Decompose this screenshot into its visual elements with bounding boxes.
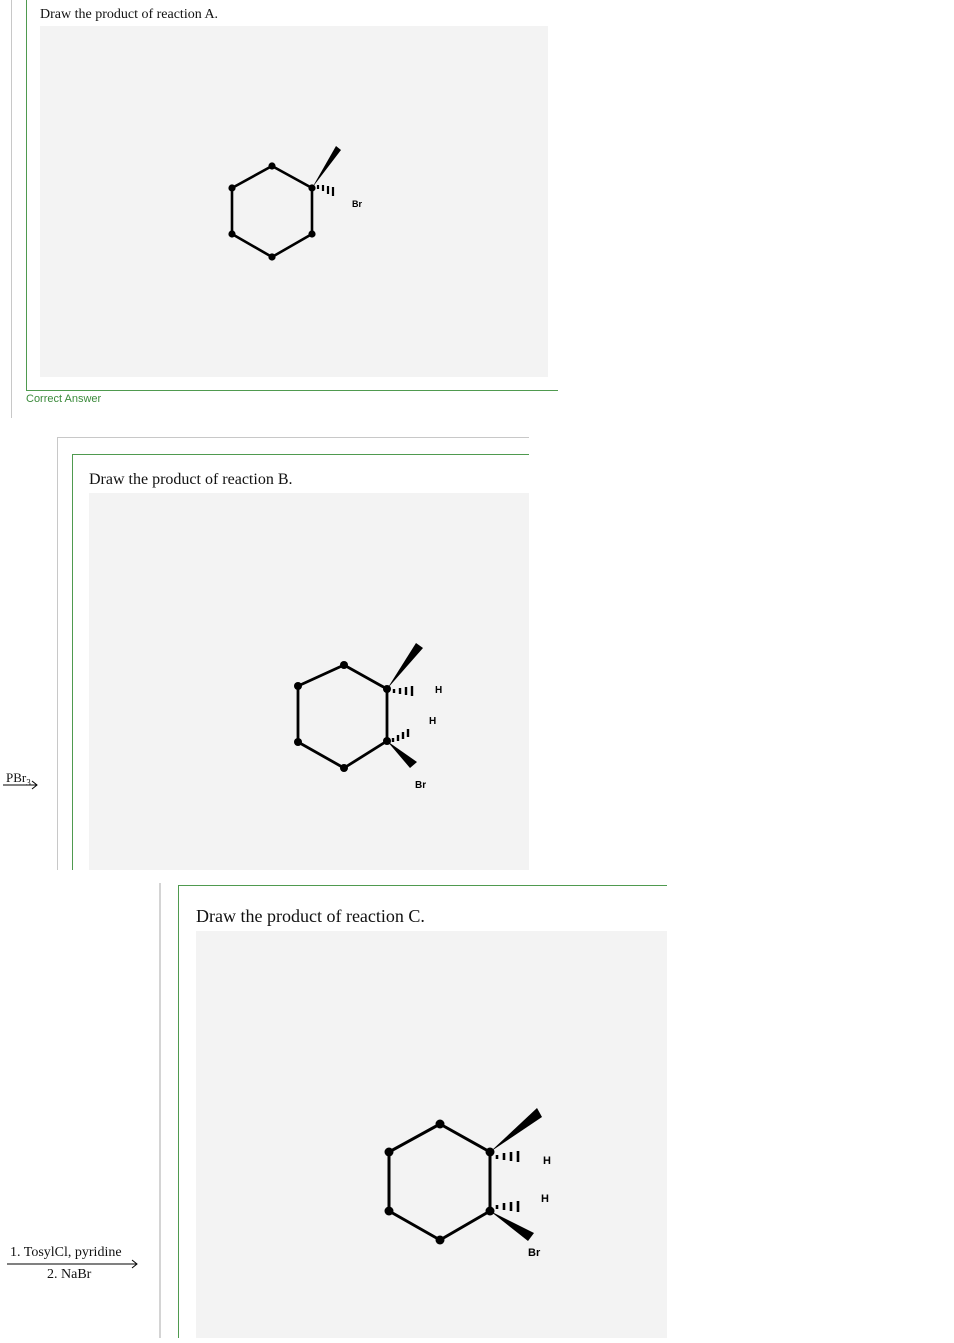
wedge-bond-bottom bbox=[490, 1211, 534, 1241]
cyclohexane-ring bbox=[296, 663, 389, 770]
reaction-b-arrow bbox=[3, 780, 38, 790]
reaction-b-structure: H H Br bbox=[294, 643, 442, 791]
atom-label-br: Br bbox=[415, 780, 426, 791]
hash-bond-top bbox=[495, 1151, 520, 1162]
panel-a-left-border bbox=[26, 0, 27, 391]
correct-answer-status: Correct Answer bbox=[26, 393, 102, 405]
panel-b-left-border bbox=[72, 454, 73, 870]
panel-a-bottom-border bbox=[26, 390, 558, 391]
panel-b-top-border bbox=[72, 454, 529, 455]
atom-label-h-top: H bbox=[435, 685, 442, 696]
atom-label-h-top: H bbox=[543, 1155, 551, 1167]
reaction-c-reagent-step2: 2. NaBr bbox=[47, 1267, 92, 1282]
reaction-a-prompt: Draw the product of reaction A. bbox=[40, 7, 219, 22]
panel-c-top-border bbox=[178, 885, 667, 886]
ring-atom-dots bbox=[228, 162, 316, 261]
reaction-c-structure: H H Br bbox=[384, 1108, 551, 1259]
hash-bond bbox=[316, 185, 335, 196]
ring-atom-dots bbox=[384, 1119, 495, 1245]
wedge-bond bbox=[312, 146, 341, 188]
atom-label-br: Br bbox=[352, 199, 362, 209]
panel-c-left-border bbox=[178, 885, 179, 1338]
outer-left-rule-a bbox=[11, 0, 12, 418]
reaction-b-drawing-canvas[interactable]: H H Br bbox=[89, 493, 529, 870]
atom-label-h-bottom: H bbox=[429, 716, 436, 727]
ring-atom-dots bbox=[294, 661, 391, 772]
cyclohexane-ring bbox=[230, 164, 314, 259]
hash-bond-top bbox=[392, 686, 414, 696]
wedge-bond-top bbox=[387, 643, 423, 689]
panel-b-outer-top-border bbox=[57, 437, 529, 438]
reaction-b-prompt: Draw the product of reaction B. bbox=[89, 471, 293, 488]
reaction-a-structure: Br bbox=[228, 146, 362, 261]
panel-c-outer-left-border bbox=[159, 883, 161, 1338]
wedge-bond-bottom bbox=[387, 741, 417, 768]
hash-bond-bottom bbox=[495, 1201, 520, 1212]
reaction-c-prompt: Draw the product of reaction C. bbox=[196, 906, 425, 926]
wedge-bond-top bbox=[490, 1108, 542, 1152]
reaction-c-drawing-canvas[interactable]: H H Br bbox=[196, 931, 667, 1338]
hash-bond-bottom bbox=[391, 729, 410, 742]
atom-label-h-bottom: H bbox=[541, 1193, 549, 1205]
panel-b-outer-left-border bbox=[57, 437, 58, 870]
atom-label-br: Br bbox=[528, 1247, 541, 1259]
cyclohexane-ring bbox=[387, 1122, 492, 1242]
reaction-a-drawing-canvas[interactable]: Br bbox=[40, 26, 548, 377]
